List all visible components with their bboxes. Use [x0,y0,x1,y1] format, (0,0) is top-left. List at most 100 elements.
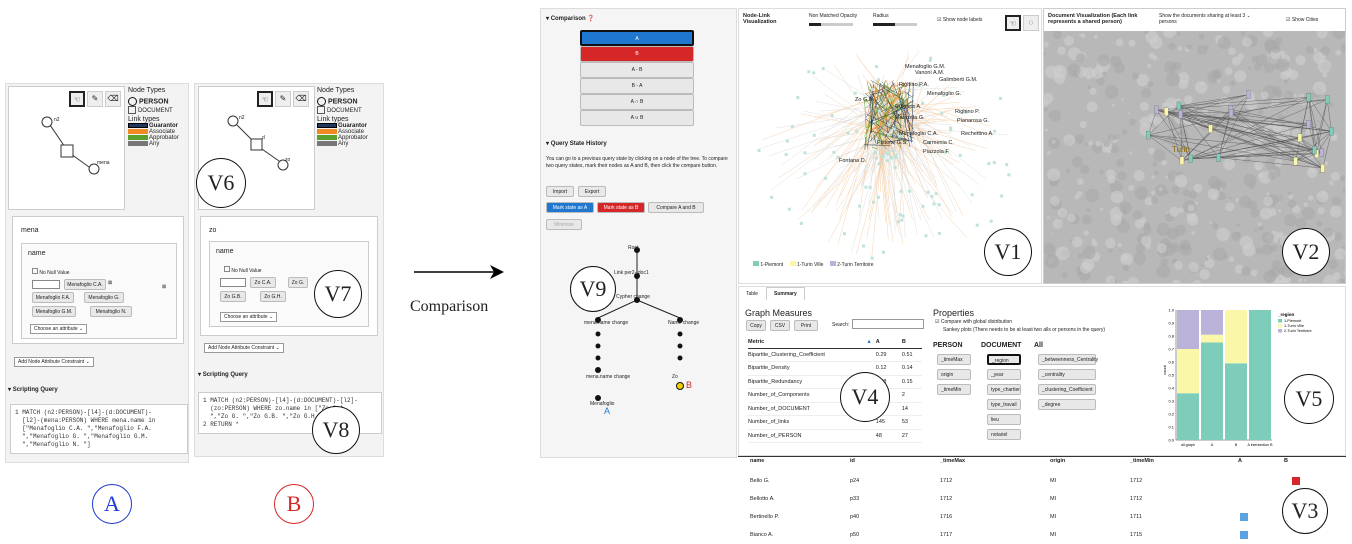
code-editor-a[interactable]: 1 MATCH (n2:PERSON)-[l4]-(d:DOCUMENT)- [… [10,404,188,454]
no-null-checkbox[interactable]: No Null Value [231,268,261,274]
table-column-header[interactable]: B [1284,458,1288,464]
chip-zo-gb[interactable]: Zo G.B. [220,291,246,302]
tab-table[interactable]: Table [746,291,758,297]
v9-label: V9 [570,266,616,312]
scripting-query-title-a[interactable]: ▾ Scripting Query [8,386,58,393]
link-any[interactable]: Any [149,141,159,147]
tree-mena2-node[interactable]: mena.name change [586,374,630,380]
legend-a: Node Types PERSON DOCUMENT Link types Gu… [128,87,188,147]
table-column-header[interactable]: _timeMin [1130,458,1154,464]
search-input[interactable] [852,319,924,329]
chip-zo-gh[interactable]: Zo G.H. [260,291,286,302]
minimize-button[interactable]: Minimize [546,219,582,230]
scripting-query-title-b[interactable]: ▾ Scripting Query [198,371,248,378]
property-chip[interactable]: _year [987,369,1021,380]
cypher-code-a[interactable]: 1 MATCH (n2:PERSON)-[l4]-(d:DOCUMENT)- [… [15,409,155,449]
add-constraint-select-a[interactable]: Add Node Attribute Constraint ⌄ [14,357,94,367]
print-button[interactable]: Print [794,320,818,331]
col-metric[interactable]: Metric [748,336,864,348]
node-types-title: Node Types [128,87,188,94]
property-chip[interactable]: notariel [987,429,1021,440]
property-chip[interactable]: _region [987,354,1021,365]
table-row[interactable]: Bellotto A.p331712MI1712 [744,492,1344,508]
table-column-header[interactable]: A [1238,458,1242,464]
table-row[interactable]: Bello G.p241712MI1712 [744,474,1344,490]
op-b-minus-a-button[interactable]: B - A [580,78,694,94]
value-input[interactable] [220,278,246,287]
chip-menafoglio-fa[interactable]: Menafoglio F.A. [32,292,74,303]
property-chip[interactable]: lieu [987,414,1021,425]
add-constraint-select-b[interactable]: Add Node Attribute Constraint ⌄ [204,343,284,353]
table-column-header[interactable]: _timeMax [940,458,965,464]
tab-summary[interactable]: Summary [766,287,805,300]
tree-root[interactable]: Root [628,245,639,251]
measure-row: Number_of_PERSON4827 [748,429,922,443]
csv-button[interactable]: CSV [770,320,790,331]
opacity-slider[interactable] [809,23,853,26]
chip-menafoglio-n[interactable]: Menafoglio N. [90,306,132,317]
comparison-title[interactable]: ▾ Comparison ❓ [546,15,595,22]
tree-mena-node[interactable]: mena.name change [584,320,628,326]
op-b-button[interactable]: B [580,46,694,62]
chip-menafoglio-g[interactable]: Menafoglio G. [84,292,124,303]
table-column-header[interactable]: id [850,458,855,464]
table-row[interactable]: Bianco A.p501717MI1715 [744,528,1344,544]
compare-button[interactable]: Compare A and B [648,202,704,213]
tree-cypher-node[interactable]: Cypher change [616,294,650,300]
table-column-header[interactable]: origin [1050,458,1065,464]
table-column-header[interactable]: name [750,458,764,464]
y-tick-label: 0.6 [1168,360,1174,365]
type-person[interactable]: PERSON [139,98,169,105]
no-null-checkbox[interactable]: No Null Value [39,270,69,276]
pointer-tool-icon[interactable]: ☜ [1005,15,1021,31]
copy-button[interactable]: Copy [746,320,766,331]
chip-menafoglio-ca[interactable]: Menafoglio C.A. [64,279,106,290]
docs-threshold[interactable]: Show the documents sharing at least 3 ⌄ … [1159,13,1269,25]
show-labels-checkbox[interactable]: ☑ Show node labels [937,17,982,23]
show-cities-checkbox[interactable]: ☑ Show Cities [1286,17,1318,23]
table-row[interactable]: Bertinello P.p401716MI1711 [744,510,1344,526]
col-b[interactable]: B [894,336,922,348]
import-button[interactable]: Import [546,186,574,197]
opacity-label: Non Matched Opacity [809,13,857,19]
measure-row: Bipartite_Density0.120.14 [748,362,922,376]
property-chip[interactable]: _timeMin [937,384,971,395]
chip-menafoglio-gm[interactable]: Menafoglio G.M. [32,306,76,317]
property-chip[interactable]: _betweenness_Centrality [1038,354,1096,365]
remove-all-icon[interactable]: ⊠ [162,284,166,290]
tree-name-node[interactable]: Name change [668,320,699,326]
chip-zo-ca[interactable]: Zo C.A. [250,277,276,288]
property-chip[interactable]: _centrality [1038,369,1096,380]
v3-label: V3 [1282,488,1328,534]
mark-a-button[interactable]: Mark state as A [546,202,594,213]
property-chip[interactable]: type_travail [987,399,1021,410]
remove-chip-icon[interactable]: ⊠ [108,280,112,286]
choose-attribute-select[interactable]: Choose an attribute ⌄ [220,312,277,322]
export-button[interactable]: Export [578,186,606,197]
chip-zo-g[interactable]: Zo G. [288,277,308,288]
y-tick-label: 1.0 [1168,308,1174,313]
radius-slider[interactable] [873,23,917,26]
col-a[interactable]: A [872,336,894,348]
op-a-minus-b-button[interactable]: A - B [580,62,694,78]
tree-zo-node[interactable]: Zo [672,374,678,380]
property-chip[interactable]: _degree [1038,399,1096,410]
op-intersection-button[interactable]: A ∩ B [580,94,694,110]
value-input[interactable] [32,280,60,289]
tree-link-node[interactable]: Link per2--doc1 [614,270,649,276]
mark-b-button[interactable]: Mark state as B [597,202,645,213]
lasso-tool-icon[interactable]: ◌ [1023,15,1039,31]
graph-canvas-a[interactable]: ☜ ✎ ⌫ n2 mena [8,86,125,210]
choose-attribute-select[interactable]: Choose an attribute ⌄ [30,324,87,334]
tree-menafoglio-node[interactable]: Menafoglio [590,401,614,407]
compare-global-checkbox[interactable]: ☑ Compare with global distribution [935,319,1012,325]
property-chip[interactable]: _timeMax [937,354,971,365]
type-document[interactable]: DOCUMENT [138,108,173,114]
property-chip[interactable]: _clustering_Coefficient [1038,384,1096,395]
op-a-button[interactable]: A [580,30,694,46]
property-chip[interactable]: origin [937,369,971,380]
comparison-caption: Comparison [410,298,488,316]
op-union-button[interactable]: A ∪ B [580,110,694,126]
history-title[interactable]: ▾ Query State History [546,140,607,147]
property-chip[interactable]: type_chartier [987,384,1021,395]
